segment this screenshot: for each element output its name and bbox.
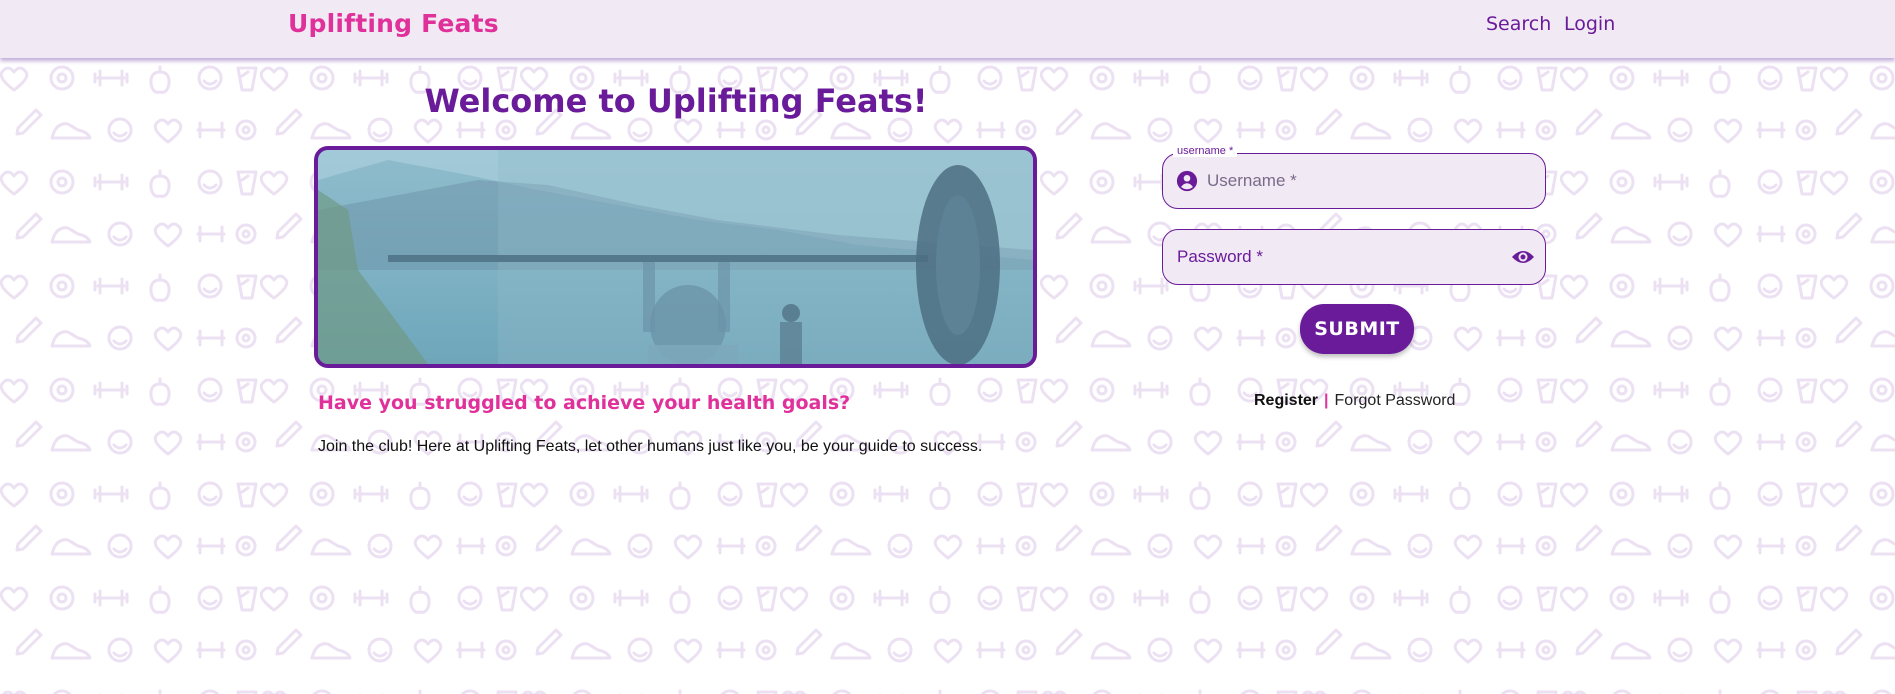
top-navbar: Uplifting Feats Search Login <box>0 0 1895 58</box>
brand-logo-link[interactable]: Uplifting Feats <box>288 9 499 38</box>
welcome-heading: Welcome to Uplifting Feats! <box>424 82 928 120</box>
password-input[interactable] <box>1177 230 1497 284</box>
auth-links: Register | Forgot Password <box>1254 392 1455 410</box>
link-separator: | <box>1324 392 1329 409</box>
username-field: username * <box>1162 145 1546 209</box>
intro-blurb: Join the club! Here at Uplifting Feats, … <box>318 438 983 455</box>
username-input[interactable] <box>1207 154 1537 208</box>
register-link[interactable]: Register <box>1254 392 1318 409</box>
submit-button[interactable]: SUBMIT <box>1300 304 1414 354</box>
main-content: Welcome to Uplifting Feats! Have you str… <box>0 58 1895 694</box>
account-circle-icon <box>1176 170 1198 192</box>
eye-icon[interactable] <box>1511 247 1535 267</box>
tagline: Have you struggled to achieve your healt… <box>318 392 851 414</box>
hero-image <box>314 146 1037 368</box>
password-field <box>1162 229 1546 285</box>
nav-search-link[interactable]: Search <box>1486 13 1551 35</box>
nav-login-link[interactable]: Login <box>1564 13 1615 35</box>
forgot-password-link[interactable]: Forgot Password <box>1335 392 1456 409</box>
